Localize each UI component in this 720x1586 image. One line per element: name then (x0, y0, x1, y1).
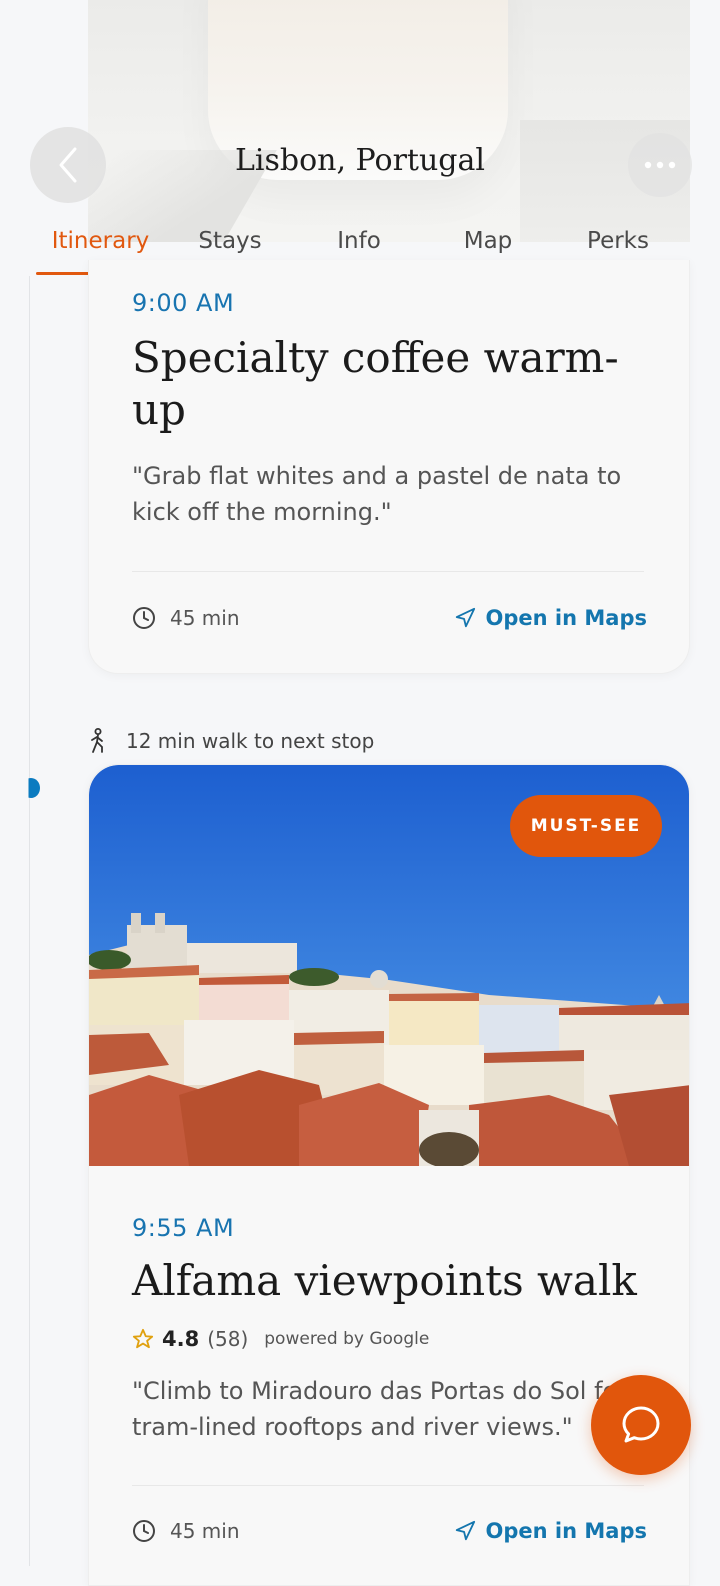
open-in-maps-label: Open in Maps (485, 606, 647, 630)
rating-count: (58) (207, 1327, 249, 1351)
stop-duration: 45 min (132, 1519, 240, 1543)
stop-photo: MUST-SEE (89, 765, 689, 1166)
tab-itinerary[interactable]: Itinerary (36, 228, 165, 254)
star-icon (132, 1328, 154, 1349)
tab-perks[interactable]: Perks (554, 228, 682, 254)
page-title: Lisbon, Portugal (234, 143, 485, 178)
more-horizontal-icon (644, 161, 676, 169)
transfer-text: 12 min walk to next stop (126, 729, 375, 753)
navigation-arrow-icon (455, 607, 475, 628)
stop-duration: 45 min (132, 606, 240, 630)
open-in-maps-link[interactable]: Open in Maps (454, 1519, 647, 1543)
card-divider (132, 1485, 644, 1486)
duration-text: 45 min (170, 1519, 240, 1543)
hero-image (88, 0, 690, 242)
more-button[interactable] (628, 133, 692, 197)
rating-value: 4.8 (162, 1327, 200, 1351)
powered-by-google: powered by Google (264, 1329, 430, 1349)
stop-card[interactable]: MUST-SEE 9:55 AM Alfama viewpoints walk … (88, 764, 690, 1586)
open-in-maps-label: Open in Maps (485, 1519, 647, 1543)
chat-button[interactable] (591, 1375, 691, 1475)
walking-person-icon (91, 728, 103, 753)
tab-map[interactable]: Map (424, 228, 552, 254)
must-see-badge: MUST-SEE (510, 795, 662, 857)
stop-description: "Climb to Miradouro das Portas do Sol fo… (132, 1377, 628, 1441)
timeline-dot (28, 778, 40, 798)
chat-bubble-icon (622, 1406, 660, 1443)
rating-row: 4.8 (58) powered by Google (132, 1327, 429, 1351)
tab-info[interactable]: Info (295, 228, 423, 254)
stop-description: "Grab flat whites and a pastel de nata t… (132, 462, 622, 526)
stop-title: Alfama viewpoints walk (132, 1256, 637, 1305)
tab-stays[interactable]: Stays (166, 228, 294, 254)
stop-time: 9:00 AM (132, 289, 235, 317)
stop-card[interactable]: 9:00 AM Specialty coffee warm-up "Grab f… (88, 260, 690, 674)
timeline-line (29, 276, 30, 1566)
transfer-note: 12 min walk to next stop (88, 728, 374, 754)
stop-title: Specialty coffee warm-up (132, 333, 619, 434)
stop-time: 9:55 AM (132, 1214, 235, 1242)
duration-text: 45 min (170, 606, 240, 630)
clock-icon (133, 607, 155, 629)
open-in-maps-link[interactable]: Open in Maps (454, 606, 647, 630)
navigation-arrow-icon (455, 1520, 475, 1541)
clock-icon (133, 1520, 155, 1542)
card-divider (132, 571, 644, 572)
